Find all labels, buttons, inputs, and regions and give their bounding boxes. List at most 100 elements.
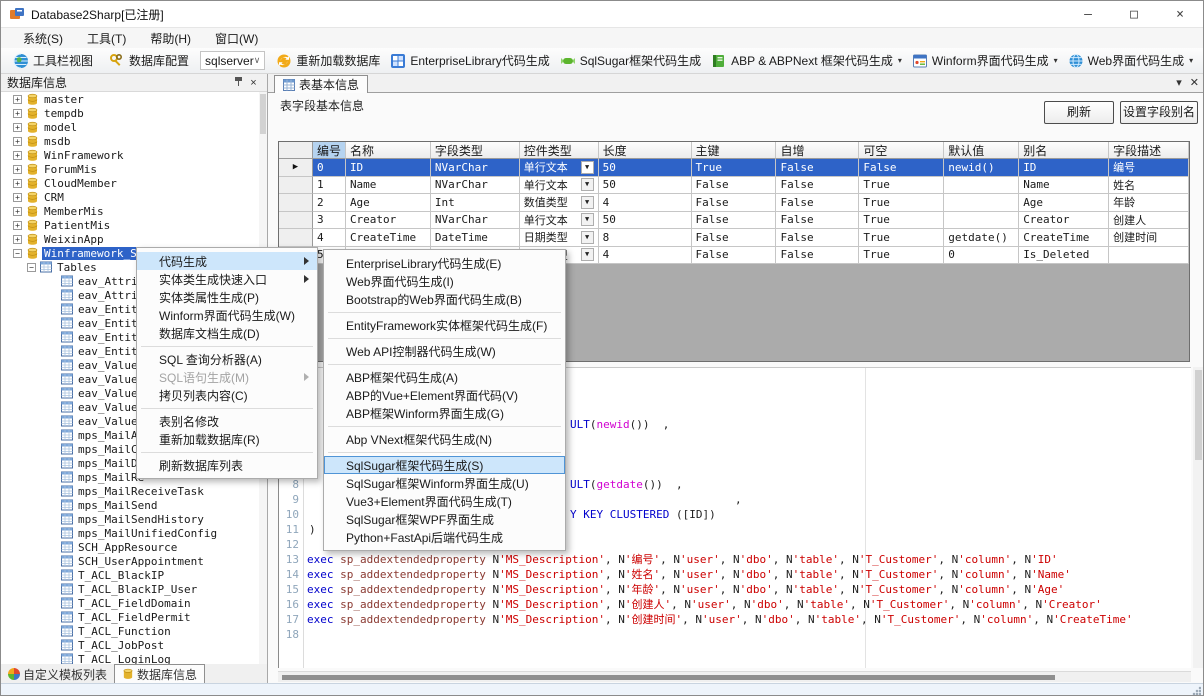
grid-cell-0-5[interactable]: True xyxy=(692,159,777,177)
tree-expand-toggle[interactable]: + xyxy=(13,221,22,230)
tree-item-table-SCH_UserAppointment[interactable]: SCH_UserAppointment xyxy=(1,554,260,568)
toolbar-web-button[interactable]: Web界面代码生成 ▾ xyxy=(1063,50,1198,71)
grid-cell-2-2[interactable]: Int xyxy=(431,194,520,212)
grid-cell-5-7[interactable]: True xyxy=(859,247,944,265)
grid-header-3[interactable]: 控件类型 xyxy=(520,142,599,159)
row-header-1[interactable] xyxy=(279,177,313,195)
grid-cell-3-7[interactable]: True xyxy=(859,212,944,230)
grid-cell-2-6[interactable]: False xyxy=(776,194,859,212)
menubar-item-2[interactable]: 帮助(H) xyxy=(138,28,203,49)
grid-cell-1-2[interactable]: NVarChar xyxy=(431,177,520,195)
submenu-item-1[interactable]: Web界面代码生成(I) xyxy=(324,272,565,290)
tree-item-table-T_ACL_BlackIP_User[interactable]: T_ACL_BlackIP_User xyxy=(1,582,260,596)
tree-item-table-T_ACL_LoginLog[interactable]: T_ACL_LoginLog xyxy=(1,652,260,664)
grid-row-4[interactable]: 4CreateTimeDateTime日期类型▼8FalseFalseTrueg… xyxy=(279,229,1189,247)
grid-cell-1-10[interactable]: 姓名 xyxy=(1109,177,1189,195)
grid-cell-3-8[interactable] xyxy=(944,212,1019,230)
grid-cell-4-0[interactable]: 4 xyxy=(313,229,346,247)
submenu-item-14[interactable]: SqlSugar框架代码生成(S) xyxy=(324,456,565,474)
tree-item-db-ForumMis[interactable]: +ForumMis xyxy=(1,162,260,176)
grid-cell-3-3[interactable]: 单行文本▼ xyxy=(520,212,599,230)
grid-header-10[interactable]: 字段描述 xyxy=(1109,142,1189,159)
grid-header-6[interactable]: 自增 xyxy=(776,142,859,159)
grid-cell-2-9[interactable]: Age xyxy=(1019,194,1109,212)
context-menu-item-11[interactable]: 重新加载数据库(R) xyxy=(137,430,317,448)
toolbar-winform-button[interactable]: Winform界面代码生成 ▾ xyxy=(907,50,1063,71)
menubar-item-3[interactable]: 窗口(W) xyxy=(203,28,270,49)
grid-cell-3-10[interactable]: 创建人 xyxy=(1109,212,1189,230)
tree-item-db-master[interactable]: +master xyxy=(1,92,260,106)
submenu-item-9[interactable]: ABP的Vue+Element界面代码(V) xyxy=(324,386,565,404)
submenu-item-18[interactable]: Python+FastApi后端代码生成 xyxy=(324,528,565,546)
tree-expand-toggle[interactable]: − xyxy=(27,263,36,272)
grid-cell-0-4[interactable]: 50 xyxy=(599,159,692,177)
grid-header-5[interactable]: 主键 xyxy=(692,142,777,159)
grid-cell-4-8[interactable]: getdate() xyxy=(944,229,1019,247)
grid-cell-5-4[interactable]: 4 xyxy=(599,247,692,265)
grid-cell-4-1[interactable]: CreateTime xyxy=(346,229,431,247)
submenu-item-12[interactable]: Abp VNext框架代码生成(N) xyxy=(324,430,565,448)
grid-row-3[interactable]: 3CreatorNVarChar单行文本▼50FalseFalseTrueCre… xyxy=(279,212,1189,230)
grid-row-2[interactable]: 2AgeInt数值类型▼4FalseFalseTrueAge年龄 xyxy=(279,194,1189,212)
tree-item-table-T_ACL_FieldPermit[interactable]: T_ACL_FieldPermit xyxy=(1,610,260,624)
grid-cell-3-2[interactable]: NVarChar xyxy=(431,212,520,230)
tree-expand-toggle[interactable]: + xyxy=(13,151,22,160)
grid-cell-2-0[interactable]: 2 xyxy=(313,194,346,212)
row-header-4[interactable] xyxy=(279,229,313,247)
grid-cell-3-6[interactable]: False xyxy=(776,212,859,230)
context-menu-item-10[interactable]: 表别名修改 xyxy=(137,412,317,430)
grid-cell-4-7[interactable]: True xyxy=(859,229,944,247)
grid-cell-1-6[interactable]: False xyxy=(776,177,859,195)
grid-cell-1-9[interactable]: Name xyxy=(1019,177,1109,195)
grid-cell-3-5[interactable]: False xyxy=(692,212,777,230)
grid-cell-4-2[interactable]: DateTime xyxy=(431,229,520,247)
grid-header-9[interactable]: 别名 xyxy=(1019,142,1109,159)
tree-item-db-tempdb[interactable]: +tempdb xyxy=(1,106,260,120)
tree-item-db-CRM[interactable]: +CRM xyxy=(1,190,260,204)
grid-row-0[interactable]: ▶0IDNVarChar单行文本▼50TrueFalseFalsenewid()… xyxy=(279,159,1189,177)
grid-cell-5-9[interactable]: Is_Deleted xyxy=(1019,247,1109,265)
grid-header-7[interactable]: 可空 xyxy=(859,142,944,159)
tree-item-db-MemberMis[interactable]: +MemberMis xyxy=(1,204,260,218)
toolbar-view-button[interactable]: 工具栏视图 xyxy=(8,50,98,71)
grid-cell-4-9[interactable]: CreateTime xyxy=(1019,229,1109,247)
context-menu-item-13[interactable]: 刷新数据库列表 xyxy=(137,456,317,474)
combo-dropdown-button[interactable]: ▼ xyxy=(581,248,594,261)
tree-item-table-mps_MailSendHistory[interactable]: mps_MailSendHistory xyxy=(1,512,260,526)
tree-expand-toggle[interactable]: + xyxy=(13,235,22,244)
tree-expand-toggle[interactable]: + xyxy=(13,95,22,104)
context-menu-item-3[interactable]: Winform界面代码生成(W) xyxy=(137,306,317,324)
tree-item-table-mps_MailUnifiedConfig[interactable]: mps_MailUnifiedConfig xyxy=(1,526,260,540)
grid-cell-2-10[interactable]: 年龄 xyxy=(1109,194,1189,212)
tree-item-db-WeixinApp[interactable]: +WeixinApp xyxy=(1,232,260,246)
context-menu-item-0[interactable]: 代码生成 xyxy=(137,252,317,270)
menubar-item-1[interactable]: 工具(T) xyxy=(75,28,138,49)
grid-cell-0-2[interactable]: NVarChar xyxy=(431,159,520,177)
grid-cell-1-0[interactable]: 1 xyxy=(313,177,346,195)
submenu-item-17[interactable]: SqlSugar框架WPF界面生成 xyxy=(324,510,565,528)
tree-item-db-CloudMember[interactable]: +CloudMember xyxy=(1,176,260,190)
grid-cell-2-7[interactable]: True xyxy=(859,194,944,212)
dock-tab-0[interactable]: 自定义模板列表 xyxy=(1,665,114,683)
submenu-item-4[interactable]: EntityFramework实体框架代码生成(F) xyxy=(324,316,565,334)
grid-cell-4-6[interactable]: False xyxy=(776,229,859,247)
context-menu-item-7[interactable]: SQL语句生成(M) xyxy=(137,368,317,386)
grid-cell-0-3[interactable]: 单行文本▼ xyxy=(520,159,599,177)
tree-item-table-mps_MailReceiveTask[interactable]: mps_MailReceiveTask xyxy=(1,484,260,498)
combo-dropdown-button[interactable]: ▼ xyxy=(581,161,594,174)
grid-header-4[interactable]: 长度 xyxy=(599,142,692,159)
pane-menu-caret-icon[interactable]: ▾ xyxy=(1176,76,1182,91)
grid-cell-1-7[interactable]: True xyxy=(859,177,944,195)
menubar-item-0[interactable]: 系统(S) xyxy=(11,28,75,49)
toolbar-dbconfig-button[interactable]: 数据库配置 xyxy=(104,50,194,71)
scrollbar-thumb[interactable] xyxy=(282,675,1055,680)
grid-cell-4-3[interactable]: 日期类型▼ xyxy=(520,229,599,247)
tree-item-db-model[interactable]: +model xyxy=(1,120,260,134)
grid-cell-0-8[interactable]: newid() xyxy=(944,159,1019,177)
refresh-button[interactable]: 刷新 xyxy=(1044,101,1114,124)
grid-cell-3-9[interactable]: Creator xyxy=(1019,212,1109,230)
close-button[interactable]: × xyxy=(1157,1,1203,28)
tree-expand-toggle[interactable]: + xyxy=(13,123,22,132)
combo-dropdown-button[interactable]: ▼ xyxy=(581,213,594,226)
grid-cell-1-4[interactable]: 50 xyxy=(599,177,692,195)
